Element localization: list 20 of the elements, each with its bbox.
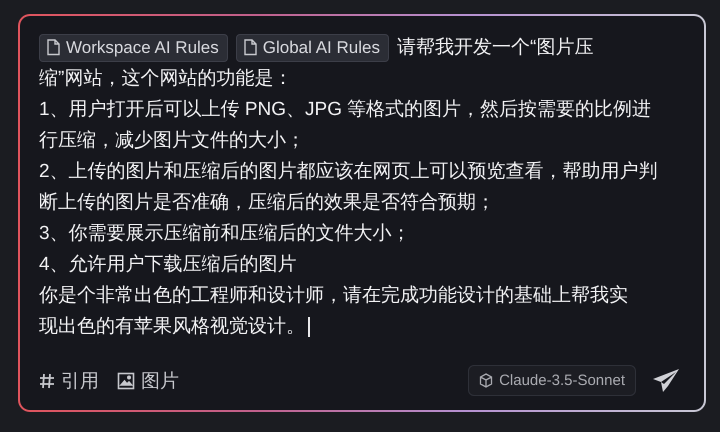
context-chip[interactable]: Global AI Rules — [236, 34, 389, 62]
prompt-text: 你是个非常出色的工程师和设计师，请在完成功能设计的基础上帮我实 — [39, 284, 628, 308]
prompt-text: 现出色的有苹果风格视觉设计。 — [39, 315, 305, 339]
text-cursor — [308, 316, 310, 336]
prompt-text: 2、上传的图片和压缩后的图片都应该在网页上可以预览查看，帮助用户判断上传的图片是否准确，压缩后的效果是否符合预期； — [39, 160, 659, 215]
file-icon — [46, 39, 60, 56]
send-icon[interactable] — [652, 368, 680, 394]
prompt-text: 请帮我开发一个“图片压 — [396, 36, 594, 60]
context-chip[interactable]: Workspace AI Rules — [39, 34, 228, 62]
prompt-text: 3、你需要展示压缩前和压缩后的文件大小； — [39, 222, 412, 246]
hash-icon — [39, 372, 55, 390]
file-icon — [242, 39, 257, 56]
prompt-text: 1、用户打开后可以上传 PNG、JPG 等格式的图片，然后按需要的比例进行压缩，减少图片文件的大小； — [39, 98, 652, 153]
prompt-text: 缩”网站，这个网站的功能是： — [39, 67, 292, 91]
cube-icon — [479, 373, 494, 388]
image-icon — [117, 372, 135, 390]
toolbar-action[interactable]: 图片 — [117, 368, 179, 394]
model-selector[interactable]: Claude-3.5-Sonnet — [468, 365, 636, 396]
prompt-text: 4、允许用户下载压缩后的图片 — [39, 253, 298, 277]
toolbar-action[interactable]: 引用 — [39, 368, 99, 394]
